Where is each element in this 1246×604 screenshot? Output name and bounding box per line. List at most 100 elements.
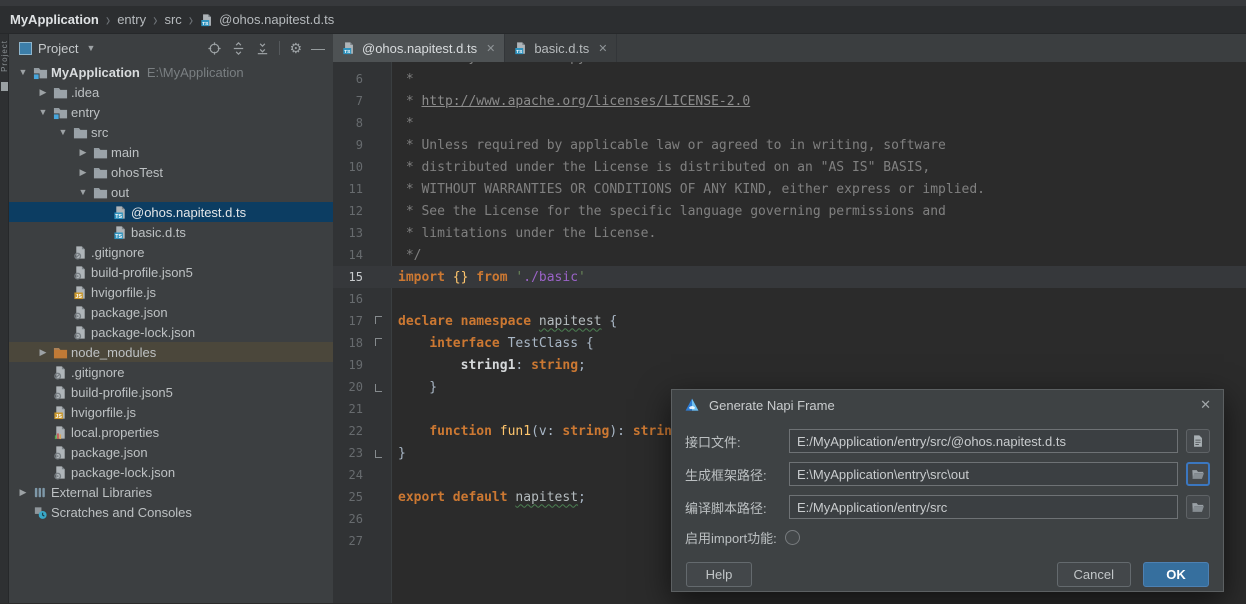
chevron-right-icon[interactable]: ▶	[75, 147, 91, 158]
tree-item--gitignore[interactable]: .gitignore	[9, 242, 333, 262]
editor-tab-basic-d-ts[interactable]: TSbasic.d.ts✕	[505, 34, 617, 62]
tree-item-node-modules[interactable]: ▶node_modules	[9, 342, 333, 362]
dialog-title-bar[interactable]: Generate Napi Frame ✕	[672, 390, 1223, 420]
tree-item-out[interactable]: ▼out	[9, 182, 333, 202]
line-number: 21	[333, 402, 369, 416]
line-number: 15	[333, 270, 369, 284]
line-number: 16	[333, 292, 369, 306]
lib-icon	[33, 485, 48, 500]
logo-icon	[684, 397, 700, 413]
code-text: }	[391, 380, 437, 395]
tree-item-build-profile-json5[interactable]: build-profile.json5	[9, 382, 333, 402]
code-line-12[interactable]: 12 * See the License for the specific la…	[333, 200, 1246, 222]
collapse-all-button[interactable]	[255, 41, 270, 56]
select-opened-file-icon	[207, 41, 222, 56]
chevron-right-icon[interactable]: ▶	[75, 167, 91, 178]
browse-folder-button[interactable]	[1186, 495, 1210, 519]
tree-item--ohos-napitest-d-ts[interactable]: TS@ohos.napitest.d.ts	[9, 202, 333, 222]
tree-item--idea[interactable]: ▶ .idea	[9, 82, 333, 102]
enable-import-radio[interactable]	[785, 530, 800, 545]
field-input[interactable]: E:/MyApplication/entry/src/@ohos.napites…	[789, 429, 1178, 453]
code-line-15[interactable]: 15import {} from './basic'	[333, 266, 1246, 288]
chevron-right-icon[interactable]: ▶	[35, 347, 51, 358]
line-number: 5	[333, 62, 369, 64]
tree-item-package-lock-json[interactable]: package-lock.json	[9, 462, 333, 482]
select-opened-file-button[interactable]	[207, 41, 222, 56]
tree-item-myapplication[interactable]: ▼MyApplicationE:\MyApplication	[9, 62, 333, 82]
tree-item-label: External Libraries	[51, 485, 152, 500]
code-line-13[interactable]: 13 * limitations under the License.	[333, 222, 1246, 244]
tree-item-basic-d-ts[interactable]: TSbasic.d.ts	[9, 222, 333, 242]
breadcrumb-item[interactable]: entry	[117, 12, 146, 27]
close-icon[interactable]: ✕	[1200, 397, 1211, 413]
tree-item-entry[interactable]: ▼ entry	[9, 102, 333, 122]
expand-all-button[interactable]	[231, 41, 246, 56]
collapse-all-icon	[255, 41, 270, 56]
tree-item-local-properties[interactable]: local.properties	[9, 422, 333, 442]
fold-marker[interactable]	[369, 442, 391, 464]
breadcrumb-item[interactable]: src	[164, 12, 181, 27]
project-panel-header: Project ▼ ⚙ —	[9, 34, 333, 62]
code-line-19[interactable]: 19 string1: string;	[333, 354, 1246, 376]
editor-tab--ohos-napitest-d-ts[interactable]: TS@ohos.napitest.d.ts✕	[333, 34, 505, 62]
tree-item-main[interactable]: ▶ main	[9, 142, 333, 162]
cancel-button[interactable]: Cancel	[1057, 562, 1131, 587]
chevron-down-icon[interactable]: ▼	[86, 43, 95, 53]
tree-item-hvigorfile-js[interactable]: JShvigorfile.js	[9, 402, 333, 422]
tree-item-ohostest[interactable]: ▶ohosTest	[9, 162, 333, 182]
tree-item-package-json[interactable]: package.json	[9, 302, 333, 322]
breadcrumb-item[interactable]: TS@ohos.napitest.d.ts	[200, 12, 334, 27]
chevron-down-icon[interactable]: ▼	[35, 107, 51, 117]
code-line-17[interactable]: 17declare namespace napitest {	[333, 310, 1246, 332]
tree-item-label: .gitignore	[91, 245, 144, 260]
tool-window-stripe[interactable]: Project	[0, 34, 9, 603]
tree-item-package-lock-json[interactable]: package-lock.json	[9, 322, 333, 342]
tab-close-icon[interactable]: ✕	[486, 42, 495, 55]
field-input[interactable]: E:\MyApplication\entry\src\out	[789, 462, 1178, 486]
project-panel-title[interactable]: Project	[38, 41, 78, 56]
code-line-16[interactable]: 16	[333, 288, 1246, 310]
tree-item-label: entry	[71, 105, 100, 120]
code-line-8[interactable]: 8 *	[333, 112, 1246, 134]
line-number: 11	[333, 182, 369, 196]
fold-marker[interactable]	[369, 332, 391, 354]
settings-button[interactable]: ⚙	[289, 41, 302, 55]
code-line-9[interactable]: 9 * Unless required by applicable law or…	[333, 134, 1246, 156]
tree-item--gitignore[interactable]: .gitignore	[9, 362, 333, 382]
gutter-spacer	[369, 134, 391, 156]
code-line-11[interactable]: 11 * WITHOUT WARRANTIES OR CONDITIONS OF…	[333, 178, 1246, 200]
stripe-project-label[interactable]: Project	[0, 40, 9, 72]
tree-item-package-json[interactable]: package.json	[9, 442, 333, 462]
breadcrumb-item[interactable]: MyApplication	[10, 12, 99, 27]
browse-folder-button[interactable]	[1186, 462, 1210, 486]
chevron-down-icon[interactable]: ▼	[15, 67, 31, 77]
code-line-7[interactable]: 7 * http://www.apache.org/licenses/LICEN…	[333, 90, 1246, 112]
code-line-18[interactable]: 18 interface TestClass {	[333, 332, 1246, 354]
hide-button[interactable]: —	[311, 41, 325, 55]
tree-item-label: .idea	[71, 85, 99, 100]
tree-item-src[interactable]: ▼src	[9, 122, 333, 142]
fold-marker[interactable]	[369, 310, 391, 332]
tree-item-label: .gitignore	[71, 365, 124, 380]
field-input[interactable]: E:/MyApplication/entry/src	[789, 495, 1178, 519]
code-line-10[interactable]: 10 * distributed under the License is di…	[333, 156, 1246, 178]
tree-item-build-profile-json5[interactable]: build-profile.json5	[9, 262, 333, 282]
code-line-6[interactable]: 6 *	[333, 68, 1246, 90]
chevron-right-icon[interactable]: ▶	[15, 487, 31, 498]
tree-item-label: MyApplication	[51, 65, 140, 80]
chevron-down-icon[interactable]: ▼	[55, 127, 71, 137]
tab-close-icon[interactable]: ✕	[598, 42, 607, 55]
chevron-right-icon[interactable]: ▶	[35, 87, 51, 98]
tree-item-hvigorfile-js[interactable]: JShvigorfile.js	[9, 282, 333, 302]
ok-button[interactable]: OK	[1143, 562, 1209, 587]
tree-item-label: main	[111, 145, 139, 160]
tree-item-external-libraries[interactable]: ▶ External Libraries	[9, 482, 333, 502]
fold-marker[interactable]	[369, 376, 391, 398]
tree-item-scratches-and-consoles[interactable]: Scratches and Consoles	[9, 502, 333, 522]
stripe-toolwindow-icon[interactable]	[1, 82, 8, 91]
code-line-14[interactable]: 14 */	[333, 244, 1246, 266]
help-button[interactable]: Help	[686, 562, 752, 587]
doc-icon	[1191, 434, 1205, 448]
chevron-down-icon[interactable]: ▼	[75, 187, 91, 197]
pick-file-button[interactable]	[1186, 429, 1210, 453]
